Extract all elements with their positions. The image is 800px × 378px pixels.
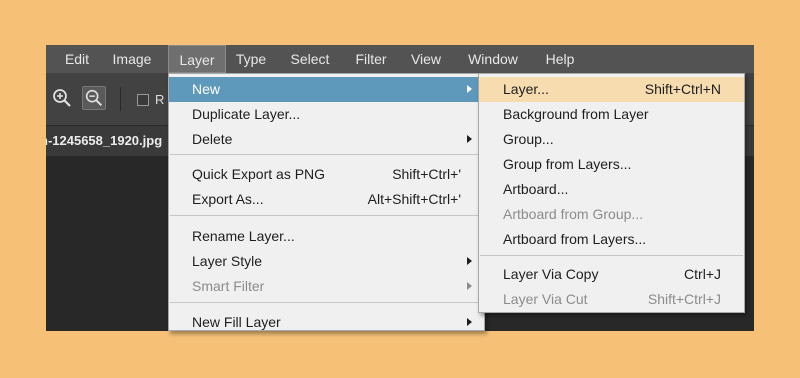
- menu-item-label: Smart Filter: [192, 278, 265, 294]
- zoom-in-icon[interactable]: [50, 86, 74, 110]
- submenu-item-layer-via-copy[interactable]: Layer Via Copy Ctrl+J: [479, 262, 744, 287]
- submenu-item-layer-via-cut: Layer Via Cut Shift+Ctrl+J: [479, 287, 744, 312]
- menu-item-label: New Fill Layer: [192, 314, 281, 330]
- menu-item-new[interactable]: New: [169, 77, 484, 102]
- menu-item-label: Artboard from Group...: [503, 206, 644, 222]
- new-submenu: Layer... Shift+Ctrl+N Background from La…: [478, 73, 745, 313]
- menu-divider: [170, 154, 483, 155]
- menu-item-label: Layer Via Cut: [503, 291, 588, 307]
- menu-item-label: Artboard from Layers...: [503, 231, 647, 247]
- toolbar-divider: [120, 87, 121, 111]
- menu-item-label: Rename Layer...: [192, 228, 295, 244]
- resize-windows-checkbox[interactable]: [137, 94, 149, 106]
- menu-help[interactable]: Help: [538, 45, 582, 73]
- document-tab[interactable]: n-1245658_1920.jpg: [46, 126, 168, 156]
- menu-item-shortcut: Ctrl+J: [684, 266, 721, 282]
- menu-item-label: Background from Layer: [503, 106, 649, 122]
- menu-view[interactable]: View: [406, 45, 446, 73]
- menu-layer[interactable]: Layer: [168, 45, 226, 73]
- submenu-arrow-icon: [467, 85, 472, 93]
- menu-item-label: Group from Layers...: [503, 156, 632, 172]
- menu-item-label: Group...: [503, 131, 554, 147]
- menu-item-label: New: [192, 81, 221, 97]
- menu-filter[interactable]: Filter: [346, 45, 396, 73]
- menu-item-smart-filter: Smart Filter: [169, 274, 484, 299]
- menu-item-label: Quick Export as PNG: [192, 166, 326, 182]
- menu-item-layer-style[interactable]: Layer Style: [169, 249, 484, 274]
- menu-item-quick-export-png[interactable]: Quick Export as PNG Shift+Ctrl+': [169, 162, 484, 187]
- menu-item-shortcut: Alt+Shift+Ctrl+': [367, 191, 461, 207]
- submenu-item-artboard-from-layers[interactable]: Artboard from Layers...: [479, 227, 744, 252]
- menu-select[interactable]: Select: [282, 45, 338, 73]
- menu-image[interactable]: Image: [104, 45, 160, 73]
- menu-item-export-as[interactable]: Export As... Alt+Shift+Ctrl+': [169, 187, 484, 212]
- menu-item-label: Delete: [192, 131, 233, 147]
- submenu-arrow-icon: [467, 135, 472, 143]
- menu-item-label: Layer...: [503, 81, 549, 97]
- submenu-item-artboard-from-group: Artboard from Group...: [479, 202, 744, 227]
- menu-window[interactable]: Window: [458, 45, 528, 73]
- submenu-item-artboard[interactable]: Artboard...: [479, 177, 744, 202]
- menu-divider: [170, 215, 483, 216]
- menu-item-shortcut: Shift+Ctrl+': [392, 166, 461, 182]
- menu-type[interactable]: Type: [230, 45, 272, 73]
- submenu-arrow-icon: [467, 282, 472, 290]
- submenu-item-layer[interactable]: Layer... Shift+Ctrl+N: [479, 77, 744, 102]
- menu-item-delete[interactable]: Delete: [169, 127, 484, 152]
- menu-item-shortcut: Shift+Ctrl+N: [644, 81, 721, 97]
- menu-divider: [480, 255, 743, 256]
- submenu-item-group[interactable]: Group...: [479, 127, 744, 152]
- menu-item-label: Layer Via Copy: [503, 266, 599, 282]
- menu-bar: Edit Image Layer Type Select Filter View…: [46, 45, 754, 73]
- menu-item-shortcut: Shift+Ctrl+J: [647, 291, 721, 307]
- menu-item-rename-layer[interactable]: Rename Layer...: [169, 224, 484, 249]
- menu-item-duplicate-layer[interactable]: Duplicate Layer...: [169, 102, 484, 127]
- submenu-arrow-icon: [467, 318, 472, 326]
- menu-divider: [170, 302, 483, 303]
- document-tab-title: n-1245658_1920.jpg: [46, 133, 163, 148]
- menu-item-label: Export As...: [192, 191, 264, 207]
- menu-edit[interactable]: Edit: [56, 45, 98, 73]
- submenu-arrow-icon: [467, 257, 472, 265]
- menu-item-label: Layer Style: [192, 253, 263, 269]
- checkbox-label: R: [155, 92, 165, 107]
- menu-item-label: Artboard...: [503, 181, 569, 197]
- submenu-item-group-from-layers[interactable]: Group from Layers...: [479, 152, 744, 177]
- submenu-item-background-from-layer[interactable]: Background from Layer: [479, 102, 744, 127]
- menu-item-new-fill-layer[interactable]: New Fill Layer: [169, 310, 484, 335]
- layer-menu: New Duplicate Layer... Delete Quick Expo…: [168, 73, 485, 331]
- menu-item-label: Duplicate Layer...: [192, 106, 301, 122]
- zoom-out-icon[interactable]: [82, 86, 106, 110]
